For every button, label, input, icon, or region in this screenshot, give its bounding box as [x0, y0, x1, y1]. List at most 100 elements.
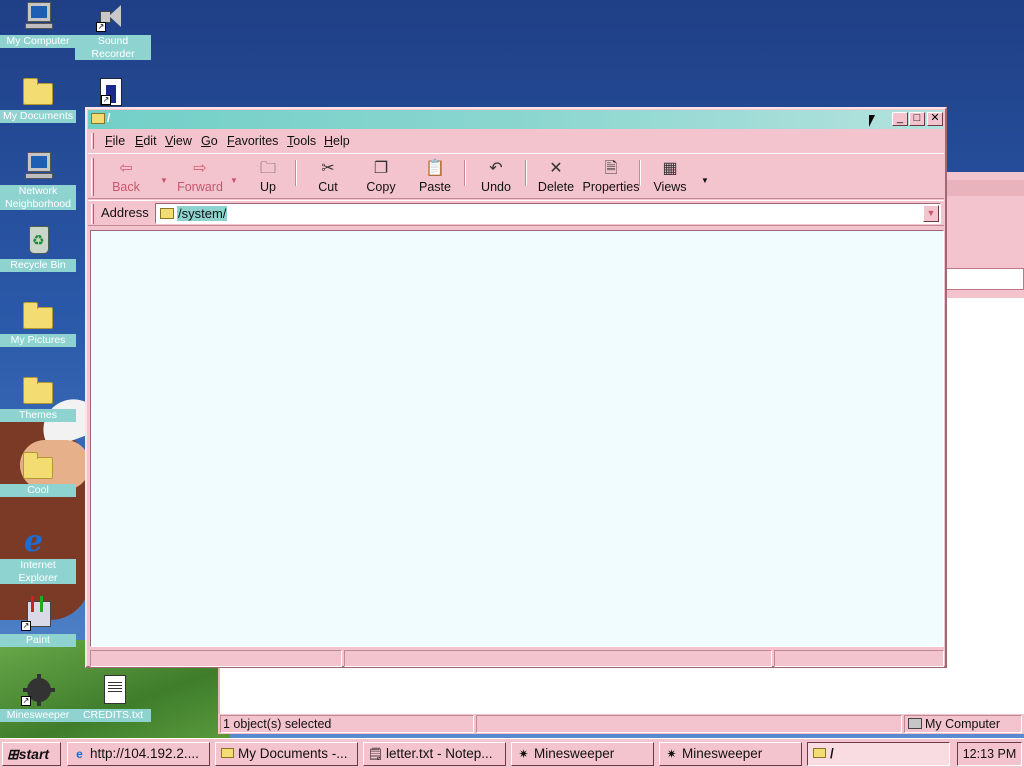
views-button[interactable]: ▦ Views: [650, 158, 690, 198]
delete-x-icon: ✕: [549, 160, 563, 177]
close-button[interactable]: ✕: [927, 112, 943, 126]
toolbar-grip[interactable]: [91, 158, 94, 196]
desktop-icon-my-documents[interactable]: My Documents: [0, 75, 76, 123]
desktop-icon-label: My Documents: [0, 110, 76, 123]
undo-button[interactable]: ↶ Undo: [476, 158, 516, 198]
mine-icon: ✷: [518, 747, 529, 761]
arrow-left-icon: ⇦: [119, 160, 133, 177]
desktop-icon-my-computer[interactable]: My Computer: [0, 0, 76, 48]
desktop-icon-sound-recorder[interactable]: ↗ Sound Recorder: [75, 0, 151, 60]
copy-button[interactable]: ❐ Copy: [360, 158, 402, 198]
properties-button[interactable]: 🗎 Properties: [580, 158, 642, 198]
menu-tools[interactable]: Tools: [287, 134, 316, 148]
desktop-icon-label: Network Neighborhood: [0, 185, 76, 210]
menu-bar: File Edit View Go Favorites Tools Help: [88, 131, 944, 151]
desktop-icon-minesweeper[interactable]: ↗ Minesweeper: [0, 674, 76, 722]
task-minesweeper-2[interactable]: ✷ Minesweeper: [659, 742, 802, 766]
status-cell-left: [90, 650, 342, 667]
back-button[interactable]: ⇦ Back: [104, 158, 148, 198]
toolbar: ⇦ Back ▼ ⇨ Forward ▼ 🗀 Up ✂ Cut ❐ Copy 📋…: [88, 153, 944, 199]
forward-button[interactable]: ⇨ Forward: [172, 158, 228, 198]
desktop-icon-recycle-bin[interactable]: Recycle Bin: [0, 224, 76, 272]
desktop-icon-label: Recycle Bin: [0, 259, 76, 272]
desktop-icon-network-neighborhood[interactable]: Network Neighborhood: [0, 150, 76, 210]
desktop-icon-label: My Pictures: [0, 334, 76, 347]
background-window-statusbar: 1 object(s) selected My Computer: [218, 714, 1024, 734]
windows-logo-icon: ⊞: [7, 746, 19, 762]
file-list-area[interactable]: [90, 230, 944, 647]
desktop-icon-label: Themes: [0, 409, 76, 422]
menu-help[interactable]: Help: [324, 134, 350, 148]
background-window[interactable]: [942, 172, 1024, 678]
forward-dropdown[interactable]: ▼: [230, 176, 238, 185]
status-cell-right: [774, 650, 944, 667]
task-explorer-root[interactable]: /: [807, 742, 950, 766]
menu-view[interactable]: View: [165, 134, 192, 148]
desktop-icon-label: Sound Recorder: [75, 35, 151, 60]
desktop-icon-internet-explorer[interactable]: e Internet Explorer: [0, 524, 76, 584]
status-selection: 1 object(s) selected: [220, 715, 474, 733]
views-grid-icon: ▦: [662, 160, 678, 177]
desktop-icon-paint[interactable]: ↗ Paint: [0, 596, 76, 647]
folder-icon: [220, 747, 235, 761]
folder-icon: [23, 452, 53, 479]
system-tray-clock[interactable]: 12:13 PM: [957, 742, 1022, 766]
computer-icon: [908, 718, 922, 729]
internet-explorer-icon: e: [76, 747, 83, 761]
desktop-icon-my-pictures[interactable]: My Pictures: [0, 299, 76, 347]
address-value[interactable]: /system/: [177, 206, 228, 221]
desktop-icon-cool[interactable]: Cool: [0, 449, 76, 497]
start-button[interactable]: ⊞start: [2, 742, 61, 766]
background-window-content: [218, 660, 1024, 716]
explorer-window[interactable]: / _ □ ✕ File Edit View Go Favorites Tool…: [85, 107, 947, 668]
status-zone: My Computer: [904, 715, 1022, 733]
arrow-right-icon: ⇨: [193, 160, 207, 177]
menu-grip[interactable]: [91, 133, 94, 149]
folder-icon: [23, 302, 53, 329]
menu-favorites[interactable]: Favorites: [227, 134, 278, 148]
desktop-icon-label: Internet Explorer: [0, 559, 76, 584]
task-my-documents[interactable]: My Documents -...: [215, 742, 358, 766]
recycle-bin-icon: [29, 226, 49, 254]
menu-go[interactable]: Go: [201, 134, 218, 148]
folder-icon: [23, 377, 53, 404]
address-input[interactable]: /system/ ▼: [155, 203, 941, 224]
scissors-icon: ✂: [321, 160, 335, 177]
desktop-icon-themes[interactable]: Themes: [0, 374, 76, 422]
views-dropdown[interactable]: ▼: [701, 176, 709, 185]
notepad-icon: 🗒: [368, 747, 384, 761]
window-title: /: [107, 111, 111, 125]
desktop-icon-label: Cool: [0, 484, 76, 497]
status-cell-middle: [344, 650, 772, 667]
desktop-icon-label: Minesweeper: [0, 709, 76, 722]
properties-icon: 🗎: [604, 160, 618, 177]
folder-icon: [812, 747, 827, 761]
folder-icon: [160, 208, 174, 219]
task-notepad[interactable]: 🗒 letter.txt - Notep...: [363, 742, 506, 766]
desktop-icon-credits[interactable]: CREDITS.txt: [75, 674, 151, 722]
address-grip[interactable]: [91, 204, 94, 224]
folder-icon: [91, 113, 105, 124]
cut-button[interactable]: ✂ Cut: [310, 158, 346, 198]
desktop-icon-label: Paint: [0, 634, 76, 647]
mine-icon: ✷: [666, 747, 677, 761]
delete-button[interactable]: ✕ Delete: [534, 158, 578, 198]
address-bar: Address /system/ ▼: [88, 200, 944, 226]
task-minesweeper-1[interactable]: ✷ Minesweeper: [511, 742, 654, 766]
taskbar: ⊞start e http://104.192.2.... My Documen…: [0, 738, 1024, 768]
menu-file[interactable]: File: [105, 134, 125, 148]
address-dropdown-button[interactable]: ▼: [923, 205, 939, 222]
status-empty: [476, 715, 902, 733]
title-bar[interactable]: / _ □ ✕: [88, 110, 944, 129]
maximize-button[interactable]: □: [909, 112, 925, 126]
desktop-icon-label: My Computer: [0, 35, 76, 48]
statusbar: [88, 649, 944, 667]
task-internet-explorer[interactable]: e http://104.192.2....: [67, 742, 210, 766]
back-dropdown[interactable]: ▼: [160, 176, 168, 185]
undo-icon: ↶: [489, 160, 503, 177]
paste-button[interactable]: 📋 Paste: [414, 158, 456, 198]
up-button[interactable]: 🗀 Up: [250, 158, 286, 198]
minimize-button[interactable]: _: [892, 112, 908, 126]
network-icon: [27, 152, 51, 172]
menu-edit[interactable]: Edit: [135, 134, 157, 148]
